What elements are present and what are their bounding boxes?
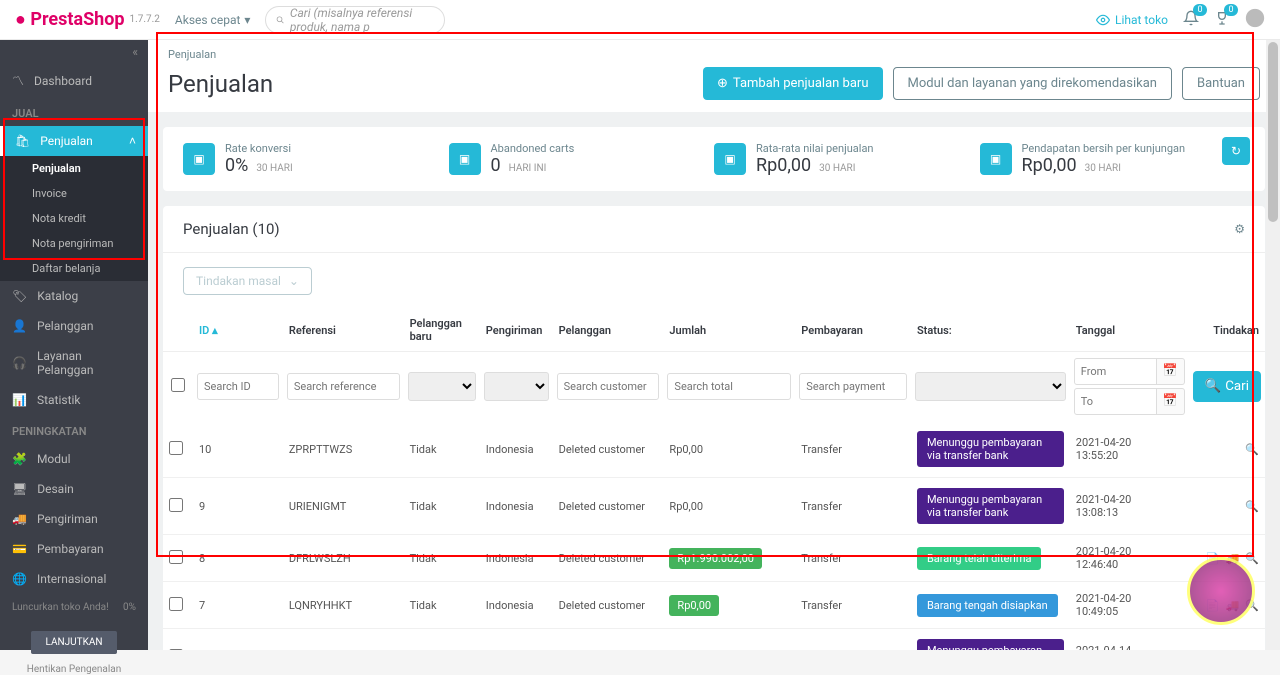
truck-icon: 🚚 (12, 512, 27, 526)
app-version: 1.7.7.2 (130, 14, 160, 25)
cell-date: 2021-04-1412:28:15 (1070, 629, 1189, 651)
debug-badge: 0 (1224, 4, 1238, 16)
table-row[interactable]: 6 FONOVWMWE Ya Indonesia Deleted custome… (163, 629, 1265, 651)
chevron-down-icon: ▾ (244, 13, 250, 27)
sidebar-item-modul[interactable]: 🧩 Modul (0, 444, 148, 474)
globe-icon: 🌐 (12, 572, 27, 586)
cell-new: Tidak (404, 582, 480, 629)
notifications-button[interactable]: 0 (1183, 10, 1199, 29)
collapse-sidebar[interactable]: « (0, 40, 148, 64)
cell-pay: Transfer (795, 582, 911, 629)
quick-access-dropdown[interactable]: Akses cepat ▾ (175, 13, 251, 27)
pembayaran-label: Pembayaran (37, 542, 104, 556)
sidebar-item-katalog[interactable]: 🏷 Katalog (0, 281, 148, 311)
search-icon (276, 14, 284, 26)
layanan-label: Layanan Pelanggan (37, 349, 136, 377)
search-input[interactable]: Cari (misalnya referensi produk, nama p (265, 6, 445, 34)
sidebar-item-desain[interactable]: 🖥 Desain (0, 474, 148, 504)
pelanggan-label: Pelanggan (37, 319, 94, 333)
sidebar-item-internasional[interactable]: 🌐 Internasional (0, 564, 148, 594)
monitor-icon: 🖥 (12, 482, 27, 496)
headset-icon: 🎧 (12, 356, 27, 370)
dashboard-label: Dashboard (34, 74, 92, 88)
internasional-label: Internasional (37, 572, 106, 586)
launch-progress: Luncurkan toko Anda!0% (0, 594, 148, 621)
sidebar-item-pelanggan[interactable]: 👤 Pelanggan (0, 311, 148, 341)
dashboard-icon: 〽 (12, 72, 24, 89)
search-placeholder: Cari (misalnya referensi produk, nama p (290, 6, 435, 34)
cell-new: Ya (404, 629, 480, 651)
cell-ref: FONOVWMWE (283, 629, 404, 651)
annotation-highlight (3, 118, 145, 260)
cell-cust: Deleted customer (553, 582, 664, 629)
debug-button[interactable]: 0 (1214, 10, 1230, 29)
scrollbar[interactable] (1266, 40, 1280, 650)
eye-icon (1096, 13, 1110, 27)
pengiriman-label: Pengiriman (37, 512, 98, 526)
sidebar-item-dashboard[interactable]: 〽 Dashboard (0, 64, 148, 97)
status-badge: Barang tengah disiapkan (917, 594, 1058, 617)
modul-label: Modul (37, 452, 71, 466)
table-row[interactable]: 7 LQNRYHHKT Tidak Indonesia Deleted cust… (163, 582, 1265, 629)
sidebar-item-statistik[interactable]: 📊 Statistik (0, 385, 148, 415)
section-improve: PENINGKATAN (0, 415, 148, 444)
profile-button[interactable] (1245, 8, 1265, 31)
cell-total: Rp0,00 (663, 582, 795, 629)
continue-button[interactable]: LANJUTKAN (31, 631, 116, 654)
desain-label: Desain (37, 482, 74, 496)
cell-total: Rp1.980.002,00 (663, 629, 795, 651)
scrollbar-thumb[interactable] (1268, 42, 1278, 222)
cell-cust: Deleted customer (553, 629, 664, 651)
statistik-label: Statistik (37, 393, 81, 407)
sidebar-item-pengiriman[interactable]: 🚚 Pengiriman (0, 504, 148, 534)
katalog-label: Katalog (37, 289, 78, 303)
cell-ship: Indonesia (480, 582, 553, 629)
annotation-highlight (156, 32, 1254, 557)
cell-id: 6 (193, 629, 283, 651)
cell-ref: LQNRYHHKT (283, 582, 404, 629)
view-shop-link[interactable]: Lihat toko (1096, 13, 1168, 27)
logo[interactable]: ● PrestaShop (15, 9, 125, 30)
status-badge: Menunggu pembayaran via transfer bank (917, 639, 1064, 650)
amount-badge: Rp0,00 (669, 595, 719, 616)
view-shop-label: Lihat toko (1115, 13, 1168, 27)
channel-avatar (1187, 557, 1255, 625)
sidebar-item-pembayaran[interactable]: 💳 Pembayaran (0, 534, 148, 564)
notif-badge: 0 (1193, 4, 1207, 16)
user-icon: 👤 (12, 319, 27, 333)
avatar-icon (1245, 8, 1265, 28)
chart-icon: 📊 (12, 393, 27, 407)
cell-id: 7 (193, 582, 283, 629)
puzzle-icon: 🧩 (12, 452, 27, 466)
tag-icon: 🏷 (12, 289, 27, 303)
cell-date: 2021-04-2010:49:05 (1070, 582, 1189, 629)
cell-ship: Indonesia (480, 629, 553, 651)
row-checkbox[interactable] (169, 597, 183, 611)
stop-onboarding[interactable]: Hentikan Pengenalan (0, 664, 148, 675)
cell-pay: Transfer (795, 629, 911, 651)
quick-access-label: Akses cepat (175, 13, 240, 27)
sidebar-item-layanan[interactable]: 🎧 Layanan Pelanggan (0, 341, 148, 385)
card-icon: 💳 (12, 542, 27, 556)
app-name: PrestaShop (30, 9, 124, 30)
